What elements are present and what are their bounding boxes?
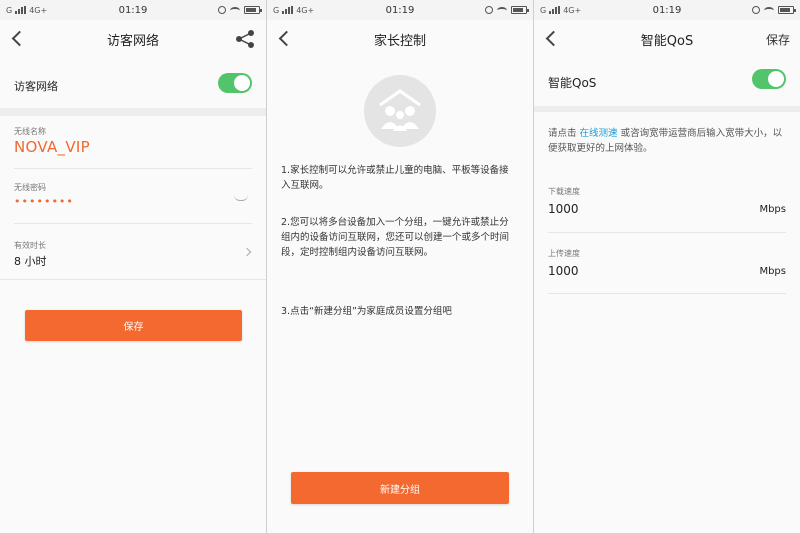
hidden-eye-icon[interactable] (234, 195, 248, 201)
family-group-icon (364, 75, 436, 147)
guest-network-toggle-row: 访客网络 (0, 62, 266, 108)
status-time: 01:19 (652, 4, 682, 16)
guest-network-label: 访客网络 (14, 80, 58, 93)
status-time: 01:19 (118, 4, 148, 16)
page-title: 家长控制 (373, 33, 426, 49)
qos-label: 智能QoS (548, 76, 597, 90)
upload-label: 上传速度 (548, 249, 580, 258)
download-speed-row[interactable]: 下载速度 1000 Mbps (534, 176, 800, 232)
parental-control-screen: G 4G+ 01:19 家长控制 1.家长控制可以允许或禁止儿童的电脑、平板等设… (267, 0, 533, 533)
password-row[interactable]: 无线密码 •••••••• (0, 169, 266, 223)
battery-icon (511, 6, 529, 14)
page-title: 智能QoS (640, 33, 694, 49)
duration-label: 有效时长 (14, 241, 46, 250)
chevron-right-icon (242, 247, 252, 257)
status-time: 01:19 (385, 4, 415, 16)
nav-bar: 家长控制 (267, 20, 533, 58)
guest-network-toggle[interactable] (218, 73, 252, 93)
new-group-button[interactable]: 新建分组 (291, 472, 509, 504)
back-arrow-icon[interactable] (545, 30, 562, 47)
save-button[interactable]: 保存 (25, 310, 242, 341)
smart-qos-screen: G 4G+ 01:19 智能QoS 保存 智能QoS 请点击 在线测速 或咨询宽… (534, 0, 800, 533)
back-arrow-icon[interactable] (11, 30, 28, 47)
nav-bar: 智能QoS 保存 (534, 20, 800, 58)
instruction-3: 3.点击“新建分组”为家庭成员设置分组吧 (281, 306, 452, 317)
back-arrow-icon[interactable] (278, 30, 295, 47)
download-label: 下载速度 (548, 187, 580, 196)
upload-speed-input[interactable]: 1000 (548, 264, 579, 278)
instruction-1: 1.家长控制可以允许或禁止儿童的电脑、平板等设备接入互联网。 (281, 165, 509, 191)
battery-icon (244, 6, 262, 14)
instruction-2: 2.您可以将多台设备加入一个分组，一键允许或禁止分组内的设备访问互联网，您还可以… (281, 217, 510, 258)
speed-test-link[interactable]: 在线测速 (580, 128, 618, 139)
qos-toggle[interactable] (752, 69, 786, 89)
download-speed-input[interactable]: 1000 (548, 202, 579, 216)
qos-toggle-row: 智能QoS (534, 60, 800, 106)
status-bar: G 4G+ 01:19 (534, 0, 800, 20)
status-bar: G 4G+ 01:19 (267, 0, 533, 20)
password-field[interactable]: •••••••• (14, 195, 74, 208)
share-icon[interactable] (234, 29, 256, 49)
battery-icon (778, 6, 796, 14)
duration-value: 8 小时 (14, 255, 47, 268)
download-unit: Mbps (759, 204, 786, 215)
ssid-label: 无线名称 (14, 127, 46, 136)
upload-unit: Mbps (759, 266, 786, 277)
qos-hint: 请点击 在线测速 或咨询宽带运营商后输入宽带大小，以便获取更好的上网体验。 (548, 128, 783, 154)
ssid-row[interactable]: 无线名称 NOVA_VIP (0, 116, 266, 168)
page-title: 访客网络 (106, 33, 159, 49)
ssid-field[interactable]: NOVA_VIP (14, 138, 90, 156)
upload-speed-row[interactable]: 上传速度 1000 Mbps (534, 236, 800, 292)
save-button[interactable]: 保存 (766, 31, 790, 48)
duration-row[interactable]: 有效时长 8 小时 (0, 224, 266, 278)
nav-bar: 访客网络 (0, 20, 266, 58)
guest-network-screen: G 4G+ 01:19 访客网络 访客网络 无线名称 NOVA_VIP 无线密码… (0, 0, 266, 533)
password-label: 无线密码 (14, 183, 46, 192)
status-bar: G 4G+ 01:19 (0, 0, 266, 20)
